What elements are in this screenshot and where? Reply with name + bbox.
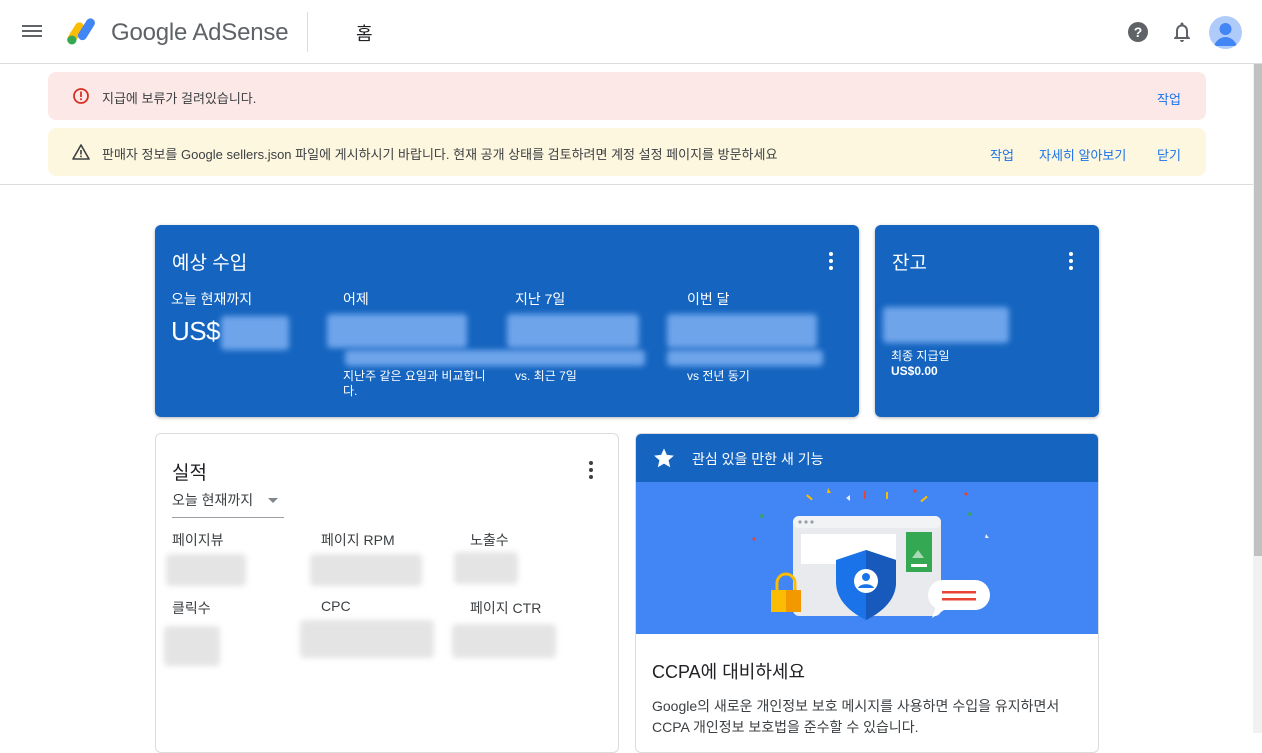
payment-hold-action-link[interactable]: 작업 bbox=[1157, 89, 1181, 108]
impressions-value-redacted bbox=[454, 552, 518, 584]
menu-icon[interactable] bbox=[22, 22, 46, 42]
cpc-value-redacted bbox=[300, 620, 434, 658]
privacy-illustration-icon bbox=[752, 488, 990, 620]
change-redacted bbox=[345, 350, 645, 366]
banner-divider bbox=[0, 184, 1253, 185]
yesterday-comparison: 지난주 같은 요일과 비교합니다. bbox=[343, 369, 486, 398]
month-comparison: vs 전년 동기 bbox=[687, 369, 750, 383]
banner-text: 지급에 보류가 걸려있습니다. bbox=[102, 91, 257, 106]
clicks-value-redacted bbox=[164, 626, 220, 666]
error-icon bbox=[73, 88, 89, 104]
metric-pageviews-label: 페이지뷰 bbox=[172, 532, 224, 548]
feature-description: Google의 새로운 개인정보 보호 메시지를 사용하면 수입을 유지하면서 … bbox=[652, 698, 1060, 735]
user-icon bbox=[1214, 23, 1237, 46]
banner-text: 판매자 정보를 Google sellers.json 파일에 게시하시기 바랍… bbox=[102, 147, 778, 162]
estimated-earnings-card: 예상 수입 오늘 현재까지 어제 지난 7일 이번 달 US$ 지난주 같은 요… bbox=[155, 225, 859, 417]
last-payment-label: 최종 지급일 bbox=[891, 349, 950, 363]
month-change-redacted bbox=[667, 350, 823, 366]
header-divider bbox=[307, 12, 308, 52]
today-currency: US$ bbox=[171, 316, 221, 346]
page-rpm-value-redacted bbox=[310, 554, 422, 586]
payment-hold-banner: 지급에 보류가 걸려있습니다. 작업 bbox=[48, 72, 1206, 120]
performance-card: 실적 오늘 현재까지 페이지뷰 페이지 RPM 노출수 클릭수 CPC 페이지 … bbox=[155, 433, 619, 753]
page-title: 홈 bbox=[356, 24, 373, 44]
more-vert-icon[interactable] bbox=[1068, 252, 1074, 270]
sellers-json-banner: 판매자 정보를 Google sellers.json 파일에 게시하시기 바랍… bbox=[48, 128, 1206, 176]
date-range-value: 오늘 현재까지 bbox=[172, 492, 254, 508]
card-title: 잔고 bbox=[892, 253, 927, 274]
adsense-logo-icon bbox=[66, 18, 95, 45]
svg-text:?: ? bbox=[1134, 24, 1143, 40]
ccpa-illustration bbox=[636, 482, 1098, 634]
col-last7-label: 지난 7일 bbox=[515, 291, 566, 307]
feature-card-header: 관심 있을 만한 새 기능 bbox=[636, 434, 1098, 482]
balance-card: 잔고 최종 지급일 US$0.00 bbox=[875, 225, 1099, 417]
month-value-redacted bbox=[667, 314, 817, 348]
product-name: Google AdSense bbox=[111, 19, 289, 46]
more-vert-icon[interactable] bbox=[828, 252, 834, 270]
page-scrollbar-thumb[interactable] bbox=[1254, 64, 1262, 556]
close-banner-link[interactable]: 닫기 bbox=[1157, 145, 1181, 164]
metric-impressions-label: 노출수 bbox=[470, 532, 509, 548]
metric-clicks-label: 클릭수 bbox=[172, 600, 211, 616]
sellers-json-action-link[interactable]: 작업 bbox=[990, 145, 1014, 164]
card-title: 예상 수입 bbox=[172, 253, 248, 274]
metric-cpc-label: CPC bbox=[321, 598, 351, 614]
balance-value-redacted bbox=[883, 307, 1009, 343]
today-value-redacted bbox=[221, 316, 289, 350]
last7-value-redacted bbox=[507, 314, 639, 348]
metric-page-ctr-label: 페이지 CTR bbox=[470, 600, 542, 616]
card-title: 실적 bbox=[172, 463, 207, 484]
last-payment-value: US$0.00 bbox=[891, 364, 938, 378]
metric-page-rpm-label: 페이지 RPM bbox=[321, 532, 395, 548]
col-yesterday-label: 어제 bbox=[343, 291, 369, 307]
feature-headline: CCPA에 대비하세요 bbox=[652, 662, 806, 682]
yesterday-value-redacted bbox=[327, 314, 467, 348]
pageviews-value-redacted bbox=[166, 554, 246, 586]
col-month-label: 이번 달 bbox=[687, 291, 730, 307]
date-range-select[interactable]: 오늘 현재까지 bbox=[172, 490, 284, 518]
star-icon bbox=[654, 448, 674, 468]
avatar[interactable] bbox=[1209, 16, 1242, 49]
last7-comparison: vs. 최근 7일 bbox=[515, 369, 577, 383]
feature-card-title: 관심 있을 만한 새 기능 bbox=[692, 451, 824, 467]
page-ctr-value-redacted bbox=[452, 624, 556, 658]
chevron-down-icon bbox=[268, 498, 278, 503]
warning-icon bbox=[72, 144, 90, 160]
bell-icon[interactable] bbox=[1170, 20, 1194, 44]
top-app-bar: Google AdSense 홈 ? bbox=[0, 0, 1262, 64]
new-feature-card: 관심 있을 만한 새 기능 CCPA에 대비하세요 Google의 새로운 개인… bbox=[635, 433, 1099, 753]
learn-more-link[interactable]: 자세히 알아보기 bbox=[1039, 145, 1126, 164]
col-today-label: 오늘 현재까지 bbox=[171, 291, 253, 307]
more-vert-icon[interactable] bbox=[588, 461, 594, 479]
help-icon[interactable]: ? bbox=[1126, 20, 1150, 44]
